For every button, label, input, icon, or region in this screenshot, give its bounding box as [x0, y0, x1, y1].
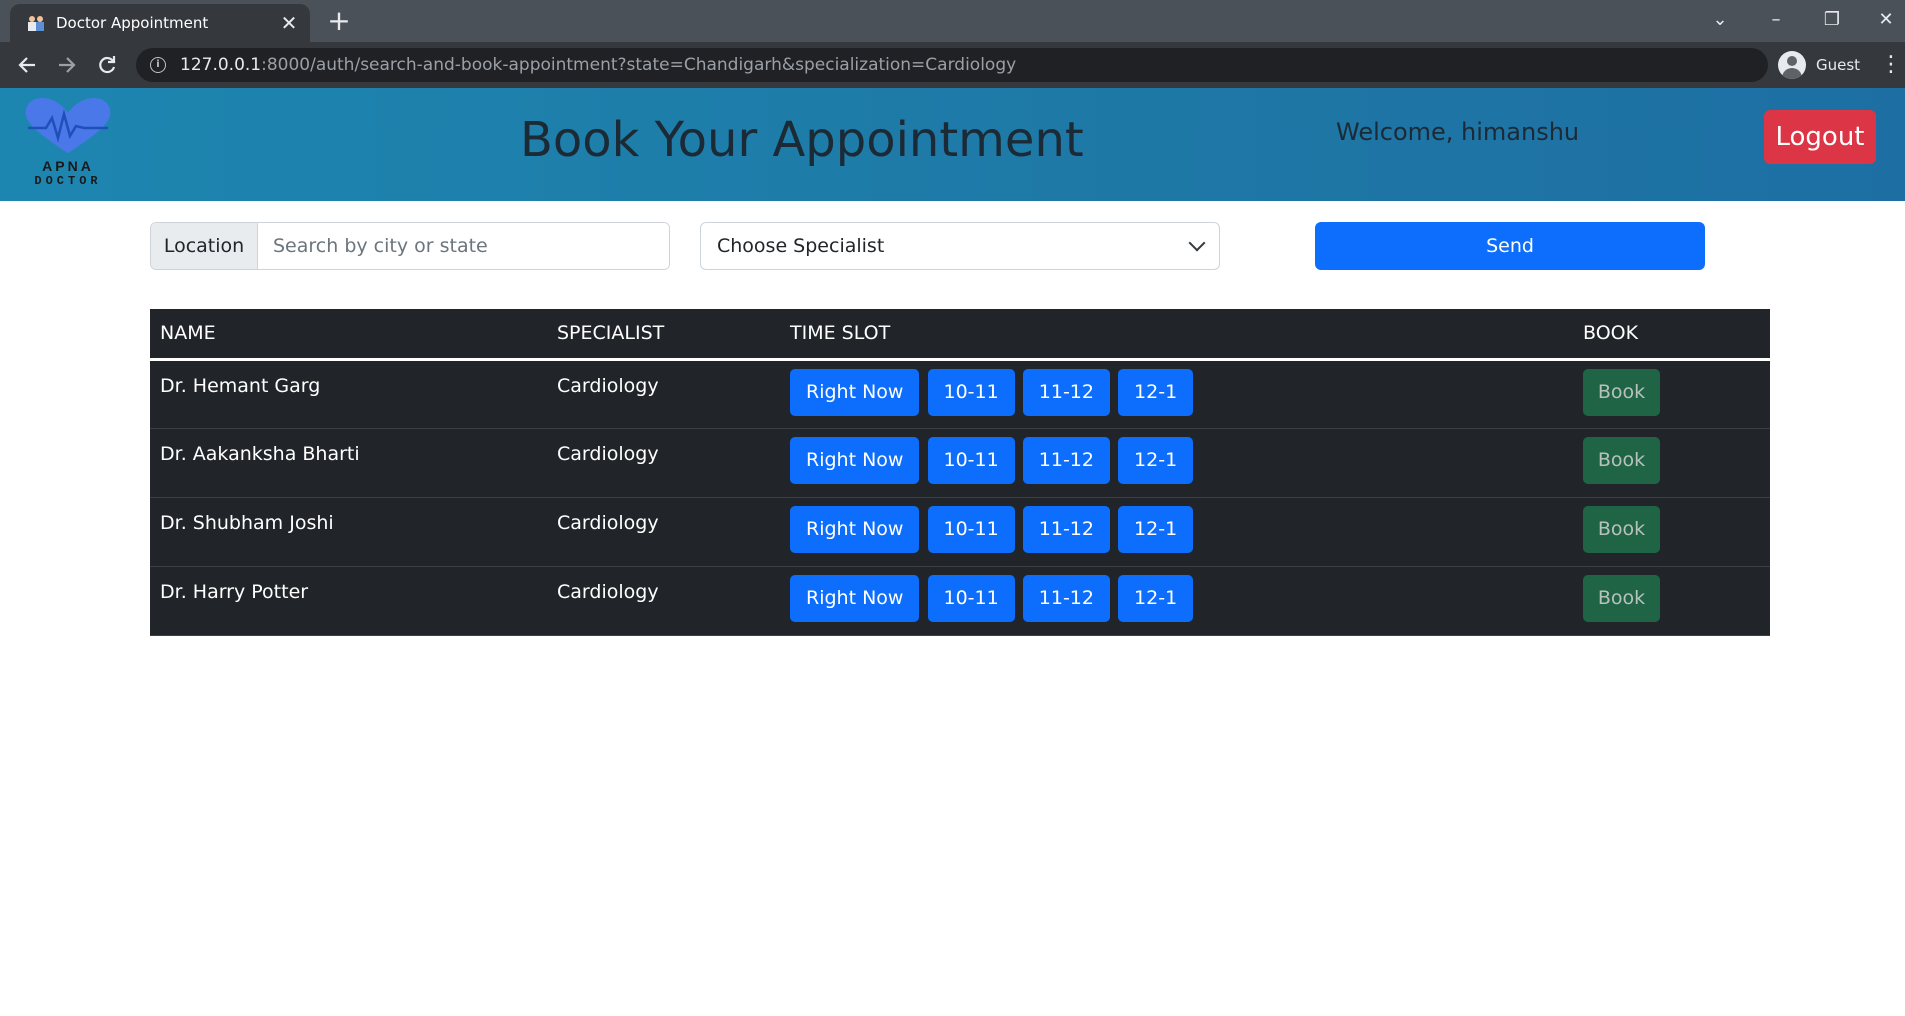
book-cell: Book	[1573, 428, 1770, 498]
book-cell: Book	[1573, 566, 1770, 636]
logo-text-doctor: DOCTOR	[34, 174, 102, 188]
header-book: BOOK	[1573, 309, 1770, 361]
new-tab-button[interactable]: +	[324, 6, 354, 36]
close-window-icon[interactable]: ✕	[1866, 6, 1905, 34]
table-row: Dr. Aakanksha Bharti Cardiology Right No…	[150, 428, 1770, 498]
doctor-name: Dr. Harry Potter	[150, 566, 547, 636]
slot-12-1-button[interactable]: 12-1	[1118, 574, 1194, 622]
profile-button[interactable]: Guest	[1778, 48, 1860, 82]
book-button[interactable]: Book	[1583, 574, 1660, 622]
logout-button[interactable]: Logout	[1764, 110, 1876, 164]
header-name: NAME	[150, 309, 547, 361]
url-path: :8000/auth/search-and-book-appointment?s…	[261, 55, 1017, 75]
search-form: Location Choose Specialist Send	[150, 222, 1705, 270]
apna-doctor-logo[interactable]: APNA DOCTOR	[18, 96, 118, 196]
doctor-specialist: Cardiology	[547, 359, 780, 429]
slot-11-12-button[interactable]: 11-12	[1022, 368, 1110, 416]
doctor-specialist: Cardiology	[547, 428, 780, 498]
reload-icon[interactable]	[92, 50, 122, 80]
time-slot-cell: Right Now 10-11 11-12 12-1	[780, 428, 1573, 498]
book-button[interactable]: Book	[1583, 436, 1660, 484]
time-slot-cell: Right Now 10-11 11-12 12-1	[780, 497, 1573, 567]
doctor-name: Dr. Shubham Joshi	[150, 497, 547, 567]
profile-label: Guest	[1816, 56, 1861, 74]
minimize-icon[interactable]: –	[1756, 6, 1796, 34]
specialist-select-value: Choose Specialist	[717, 235, 885, 257]
slot-10-11-button[interactable]: 10-11	[927, 574, 1015, 622]
book-button[interactable]: Book	[1583, 368, 1660, 416]
slot-11-12-button[interactable]: 11-12	[1022, 436, 1110, 484]
close-tab-icon[interactable]: ✕	[278, 11, 300, 35]
doctors-table: NAME SPECIALIST TIME SLOT BOOK Dr. Heman…	[150, 309, 1770, 636]
chevron-down-icon	[1188, 234, 1206, 252]
site-header: APNA DOCTOR Book Your Appointment Welcom…	[0, 88, 1905, 201]
doctor-favicon-icon	[26, 15, 46, 31]
time-slot-cell: Right Now 10-11 11-12 12-1	[780, 359, 1573, 429]
info-icon[interactable]: i	[150, 57, 166, 73]
table-row: Dr. Harry Potter Cardiology Right Now 10…	[150, 566, 1770, 636]
slot-right-now-button[interactable]: Right Now	[790, 574, 920, 622]
table-row: Dr. Shubham Joshi Cardiology Right Now 1…	[150, 497, 1770, 567]
header-time-slot: TIME SLOT	[780, 309, 1573, 361]
doctor-specialist: Cardiology	[547, 566, 780, 636]
time-slot-cell: Right Now 10-11 11-12 12-1	[780, 566, 1573, 636]
table-row: Dr. Hemant Garg Cardiology Right Now 10-…	[150, 359, 1770, 429]
header-specialist: SPECIALIST	[547, 309, 780, 361]
location-search-input[interactable]	[258, 223, 669, 269]
browser-tab-bar: Doctor Appointment ✕ + ⌄ – ❐ ✕	[0, 0, 1905, 42]
url-host: 127.0.0.1	[180, 55, 262, 75]
heart-pulse-icon	[25, 98, 111, 154]
browser-tab[interactable]: Doctor Appointment ✕	[10, 4, 310, 42]
avatar-icon	[1778, 51, 1806, 79]
slot-12-1-button[interactable]: 12-1	[1118, 368, 1194, 416]
slot-10-11-button[interactable]: 10-11	[927, 368, 1015, 416]
slot-right-now-button[interactable]: Right Now	[790, 436, 920, 484]
doctor-name: Dr. Aakanksha Bharti	[150, 428, 547, 498]
specialist-select[interactable]: Choose Specialist	[700, 222, 1220, 270]
slot-11-12-button[interactable]: 11-12	[1022, 505, 1110, 553]
slot-12-1-button[interactable]: 12-1	[1118, 436, 1194, 484]
send-button[interactable]: Send	[1315, 222, 1705, 270]
slot-right-now-button[interactable]: Right Now	[790, 368, 920, 416]
slot-10-11-button[interactable]: 10-11	[927, 436, 1015, 484]
forward-arrow-icon[interactable]	[52, 50, 82, 80]
tab-title: Doctor Appointment	[56, 14, 209, 32]
slot-11-12-button[interactable]: 11-12	[1022, 574, 1110, 622]
browser-toolbar: i 127.0.0.1 :8000/auth/search-and-book-a…	[0, 42, 1905, 88]
restore-icon[interactable]: ❐	[1812, 6, 1852, 34]
address-bar[interactable]: i 127.0.0.1 :8000/auth/search-and-book-a…	[136, 48, 1768, 82]
tab-search-chevron-icon[interactable]: ⌄	[1700, 6, 1740, 34]
slot-10-11-button[interactable]: 10-11	[927, 505, 1015, 553]
book-cell: Book	[1573, 359, 1770, 429]
doctor-specialist: Cardiology	[547, 497, 780, 567]
book-button[interactable]: Book	[1583, 505, 1660, 553]
back-arrow-icon[interactable]	[12, 50, 42, 80]
doctor-name: Dr. Hemant Garg	[150, 359, 547, 429]
logo-text-apna: APNA	[42, 158, 94, 174]
menu-dots-icon[interactable]: ⋮	[1880, 50, 1902, 80]
location-input-group: Location	[150, 222, 670, 270]
location-label: Location	[151, 223, 258, 269]
slot-right-now-button[interactable]: Right Now	[790, 505, 920, 553]
book-cell: Book	[1573, 497, 1770, 567]
table-header-row: NAME SPECIALIST TIME SLOT BOOK	[150, 309, 1770, 361]
page-title: Book Your Appointment	[520, 112, 1084, 168]
slot-12-1-button[interactable]: 12-1	[1118, 505, 1194, 553]
welcome-text: Welcome, himanshu	[1336, 118, 1580, 146]
